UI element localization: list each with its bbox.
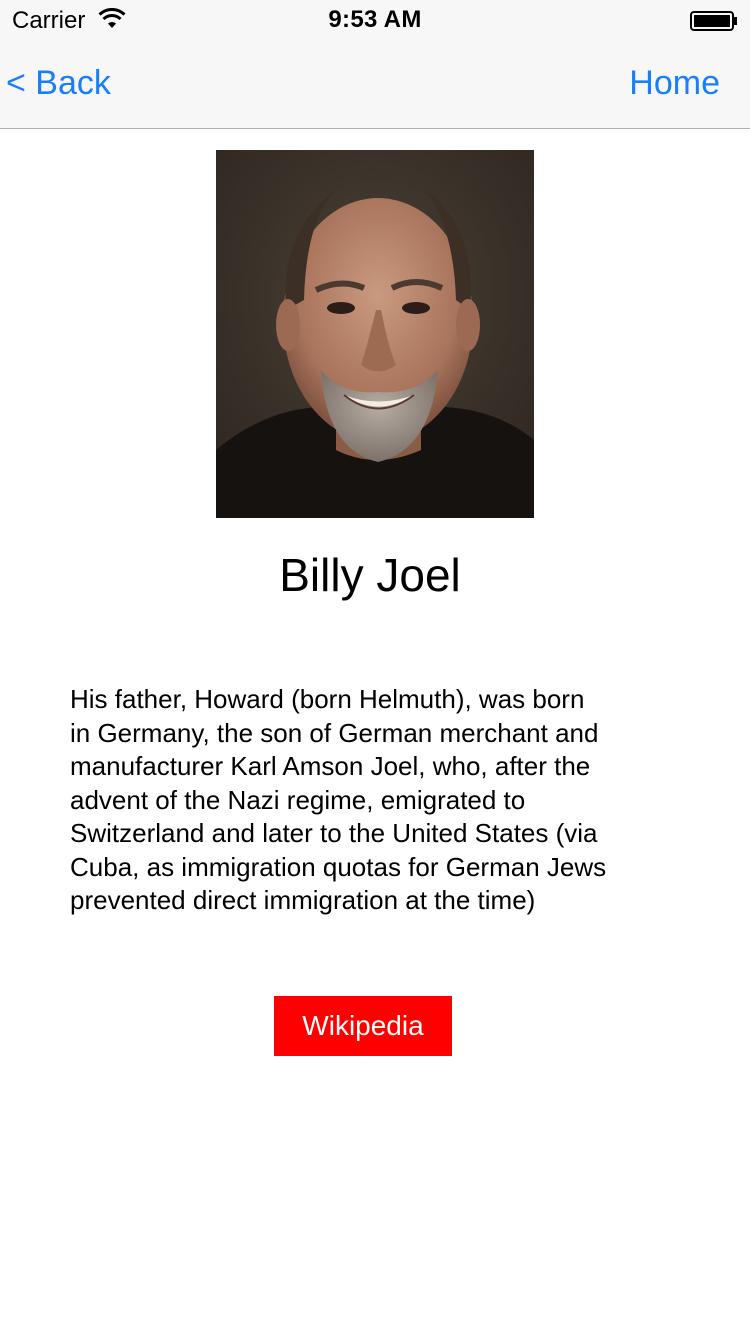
bio-text: His father, Howard (born Helmuth), was b… [70, 683, 690, 918]
bio-line: manufacturer Karl Amson Joel, who, after… [70, 751, 591, 781]
status-bar: Carrier 9:53 AM [0, 0, 750, 40]
bio-line: Cuba, as immigration quotas for German J… [70, 851, 607, 882]
status-time: 9:53 AM [328, 6, 422, 33]
battery-icon [690, 11, 737, 31]
portrait-illustration [216, 150, 534, 518]
bio-line: advent of the Nazi regime, emigrated to [70, 784, 526, 815]
wikipedia-button[interactable]: Wikipedia [274, 996, 452, 1056]
back-button[interactable]: < Back [6, 64, 111, 103]
bio-line: His father, Howard (born Helmuth), was b… [70, 684, 585, 714]
bio-line: Switzerland and later to the United Stat… [70, 818, 598, 848]
person-name: Billy Joel [279, 549, 461, 601]
bio-line: prevented direct immigration at the time… [70, 885, 536, 915]
home-button[interactable]: Home [629, 64, 720, 103]
navigation-bar: < Back Home [0, 40, 750, 129]
portrait-photo [216, 150, 534, 518]
bio-line: in Germany, the son of German merchant a… [70, 717, 599, 748]
